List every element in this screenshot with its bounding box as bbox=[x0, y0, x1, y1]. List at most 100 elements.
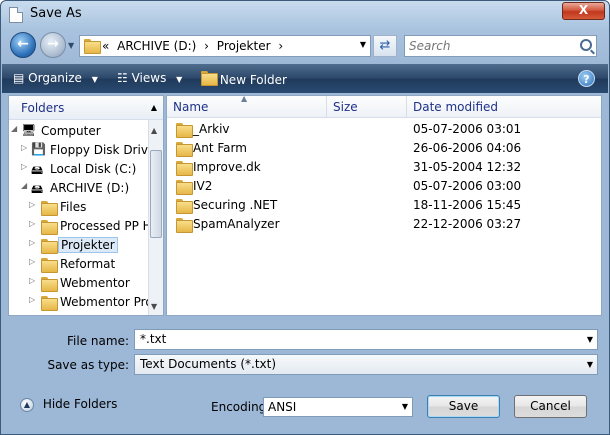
folders-pane-header[interactable]: Folders ▲ bbox=[9, 96, 163, 120]
computer-icon: 🖥 bbox=[21, 123, 37, 137]
file-name-label: File name: bbox=[67, 334, 129, 348]
file-name-value: *.txt bbox=[140, 332, 167, 346]
tree-item-label: Local Disk (C:) bbox=[50, 162, 137, 176]
folder-icon bbox=[84, 39, 101, 54]
folder-icon bbox=[176, 218, 193, 233]
folder-icon bbox=[176, 123, 193, 138]
views-label: Views bbox=[131, 71, 167, 85]
file-name: IV2 bbox=[193, 179, 213, 193]
views-icon: ☷ bbox=[117, 71, 128, 85]
expand-icon[interactable]: ▷ bbox=[21, 143, 27, 152]
views-button[interactable]: ☷ Views ▼ bbox=[117, 71, 182, 85]
expand-icon[interactable]: ▷ bbox=[29, 295, 35, 304]
folder-icon bbox=[176, 142, 193, 157]
organize-label: Organize bbox=[28, 71, 82, 85]
back-arrow-icon: ← bbox=[17, 36, 29, 52]
hide-folders-button[interactable]: ▲ Hide Folders bbox=[20, 397, 117, 412]
expand-icon[interactable]: ▷ bbox=[21, 162, 27, 171]
tree-item-label: Webmentor Pro bbox=[60, 295, 153, 309]
file-date: 22-12-2006 03:27 bbox=[413, 217, 522, 231]
folder-icon bbox=[41, 296, 58, 311]
table-row[interactable]: IV2 05-07-2006 03:00 bbox=[167, 177, 601, 196]
expand-icon[interactable]: ▷ bbox=[29, 276, 35, 285]
table-row[interactable]: Securing .NET 18-11-2006 15:45 bbox=[167, 196, 601, 215]
tree-item-label: Webmentor bbox=[60, 276, 130, 290]
encoding-value: ANSI bbox=[268, 400, 297, 414]
column-header-row: ▲ Name Size Date modified bbox=[167, 96, 601, 118]
expand-icon[interactable]: ▷ bbox=[29, 238, 35, 247]
scroll-down-icon[interactable]: ▼ bbox=[151, 302, 157, 311]
tree-item-label: Processed PP HF bbox=[60, 219, 159, 233]
collapse-icon[interactable]: ◢ bbox=[21, 181, 27, 190]
save-button[interactable]: Save bbox=[427, 395, 500, 418]
file-name: Securing .NET bbox=[193, 198, 278, 212]
hide-folders-label: Hide Folders bbox=[42, 397, 118, 411]
expand-icon[interactable]: ▷ bbox=[29, 219, 35, 228]
breadcrumb: « ARCHIVE (D:) › Projekter › bbox=[102, 39, 287, 53]
encoding-label: Encoding: bbox=[211, 400, 271, 414]
chevron-down-icon: ▼ bbox=[586, 360, 593, 369]
breadcrumb-separator[interactable]: › bbox=[204, 39, 209, 53]
expand-icon[interactable]: ▷ bbox=[29, 257, 35, 266]
file-date: 05-07-2006 03:01 bbox=[413, 122, 522, 136]
file-date: 31-05-2004 12:32 bbox=[413, 160, 522, 174]
breadcrumb-overflow[interactable]: « bbox=[102, 39, 109, 53]
table-row[interactable]: Improve.dk 31-05-2004 12:32 bbox=[167, 158, 601, 177]
encoding-select[interactable]: ANSI ▼ bbox=[263, 397, 413, 417]
table-row[interactable]: SpamAnalyzer 22-12-2006 03:27 bbox=[167, 215, 601, 234]
breadcrumb-separator[interactable]: › bbox=[278, 39, 283, 53]
tree-item-label: Projekter bbox=[58, 237, 118, 253]
back-button[interactable]: ← bbox=[10, 32, 36, 58]
column-header-date[interactable]: Date modified bbox=[407, 96, 517, 118]
folder-icon bbox=[41, 277, 58, 292]
organize-button[interactable]: ▤ Organize ▼ bbox=[13, 71, 98, 85]
tree-item-label: Files bbox=[60, 200, 87, 214]
scrollbar-thumb[interactable] bbox=[150, 150, 162, 238]
new-folder-label: New Folder bbox=[219, 73, 287, 87]
new-folder-button[interactable]: New Folder bbox=[201, 71, 287, 87]
search-box[interactable] bbox=[404, 35, 597, 57]
column-header-label: Size bbox=[333, 100, 358, 114]
window-title: Save As bbox=[30, 6, 82, 21]
scroll-up-icon[interactable]: ▲ bbox=[151, 126, 157, 135]
column-header-label: Date modified bbox=[413, 100, 499, 114]
folder-icon bbox=[41, 201, 58, 216]
file-date: 26-06-2006 04:06 bbox=[413, 141, 522, 155]
refresh-icon: ⇄ bbox=[379, 38, 391, 53]
chevron-down-icon: ▼ bbox=[91, 75, 98, 84]
file-name: Improve.dk bbox=[193, 160, 261, 174]
address-bar[interactable]: « ARCHIVE (D:) › Projekter › ▼ bbox=[79, 35, 371, 57]
folders-scrollbar[interactable]: ▲ ▼ bbox=[148, 120, 163, 315]
search-icon[interactable] bbox=[580, 39, 592, 51]
breadcrumb-item[interactable]: ARCHIVE (D:) bbox=[117, 39, 196, 53]
tree-item-label: Computer bbox=[41, 124, 101, 138]
search-input[interactable] bbox=[405, 36, 575, 56]
breadcrumb-item[interactable]: Projekter bbox=[217, 39, 271, 53]
save-as-type-select[interactable]: Text Documents (*.txt) ▼ bbox=[134, 354, 598, 375]
column-header-name[interactable]: ▲ Name bbox=[167, 96, 327, 118]
expand-icon[interactable]: ▷ bbox=[29, 200, 35, 209]
folder-icon bbox=[41, 220, 58, 235]
table-row[interactable]: Ant Farm 26-06-2006 04:06 bbox=[167, 139, 601, 158]
recent-pages-dropdown-icon[interactable]: ▼ bbox=[68, 41, 74, 50]
save-as-dialog: Save As X ← → ▼ « ARCHIVE (D:) › Projekt… bbox=[0, 0, 610, 435]
help-button[interactable]: ? bbox=[578, 70, 595, 87]
chevron-down-icon[interactable]: ▼ bbox=[587, 335, 593, 344]
chevron-up-icon: ▲ bbox=[150, 103, 157, 112]
folder-icon bbox=[41, 239, 58, 254]
forward-arrow-icon: → bbox=[47, 36, 59, 52]
file-name-field[interactable]: *.txt ▼ bbox=[134, 329, 598, 350]
folder-icon bbox=[176, 199, 193, 214]
close-button[interactable]: X bbox=[562, 2, 605, 20]
refresh-button[interactable]: ⇄ bbox=[373, 35, 397, 57]
chevron-down-icon[interactable]: ▼ bbox=[360, 40, 366, 49]
file-name: Ant Farm bbox=[193, 141, 247, 155]
table-row[interactable]: _Arkiv 05-07-2006 03:01 bbox=[167, 120, 601, 139]
forward-button[interactable]: → bbox=[40, 32, 66, 58]
cancel-button[interactable]: Cancel bbox=[514, 395, 587, 418]
column-header-size[interactable]: Size bbox=[327, 96, 407, 118]
collapse-icon[interactable]: ◢ bbox=[11, 124, 17, 133]
file-name: _Arkiv bbox=[193, 122, 230, 136]
command-bar: ▤ Organize ▼ ☷ Views ▼ New Folder ? bbox=[2, 64, 608, 93]
chevron-down-icon: ▼ bbox=[176, 75, 183, 84]
